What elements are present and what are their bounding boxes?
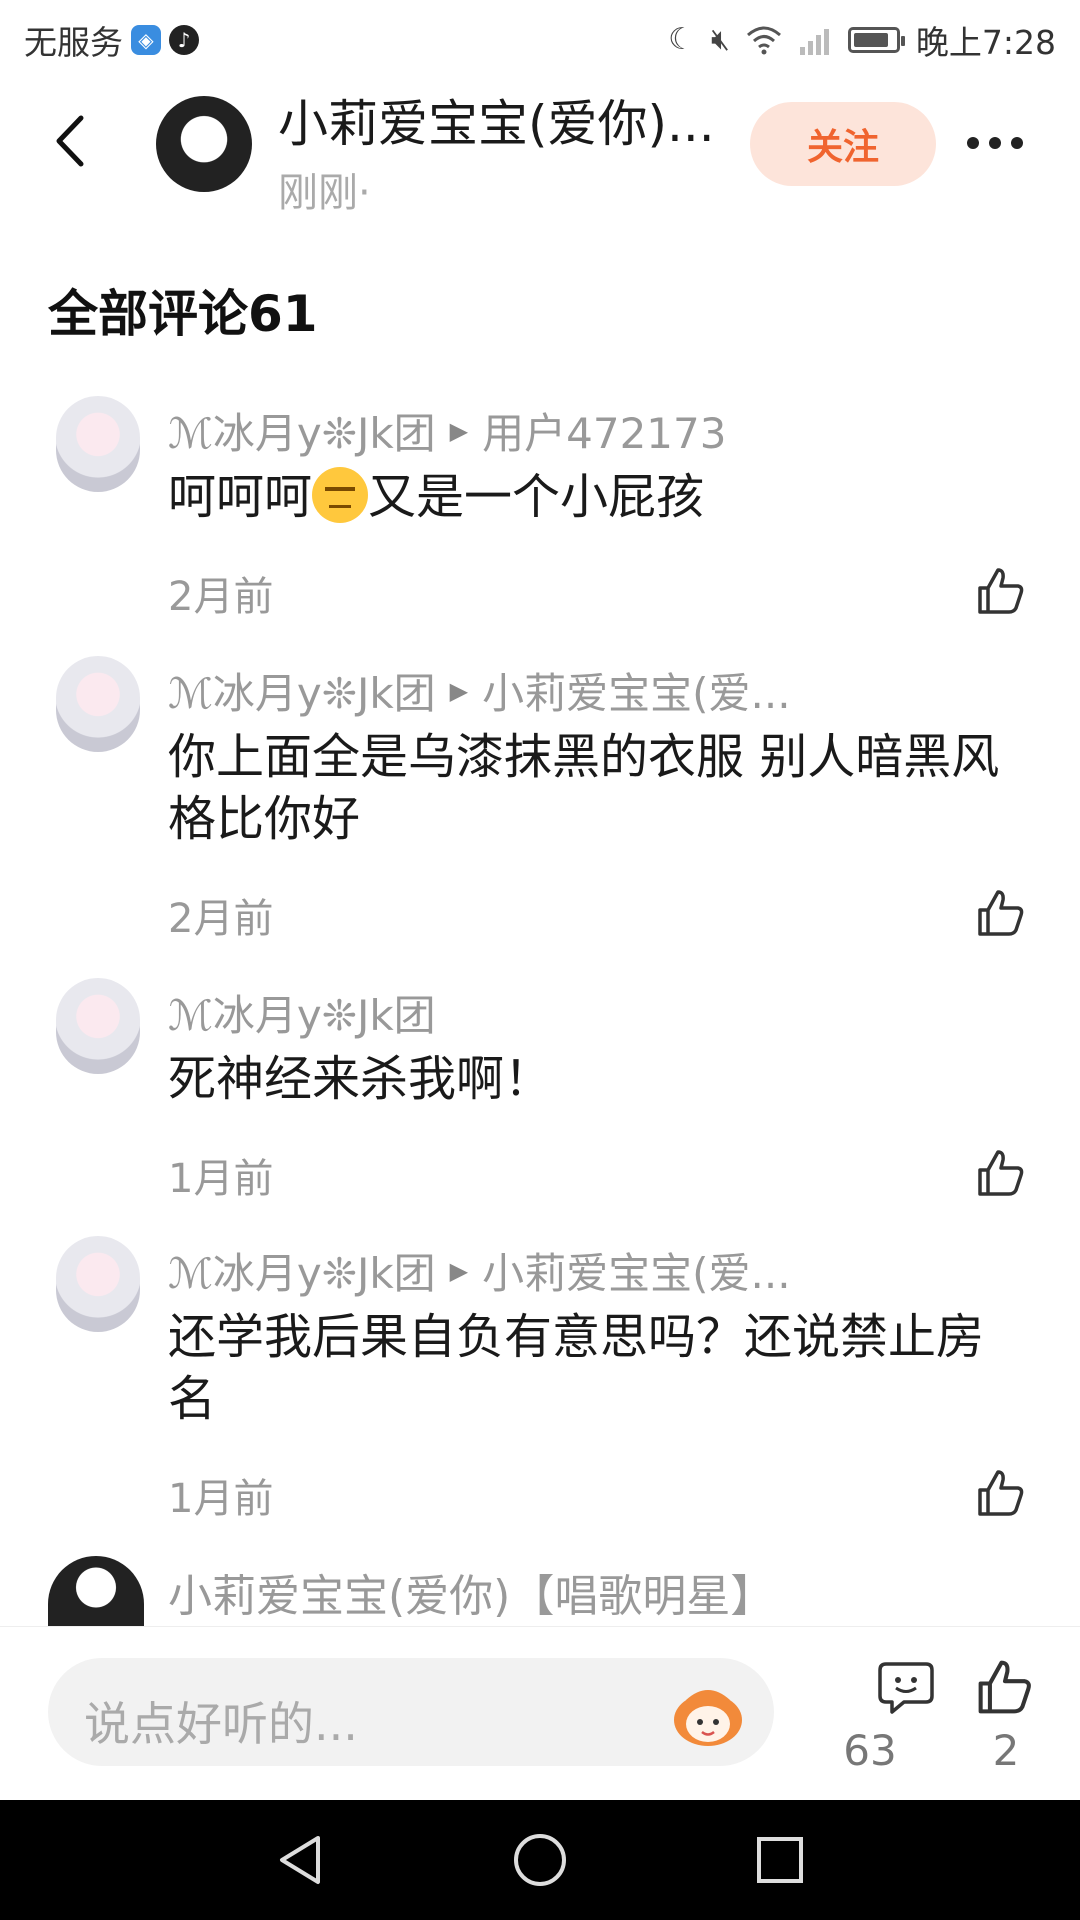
commenter-name[interactable]: ℳ冰月y❊Jk团 xyxy=(168,400,436,461)
mascot-emoji-icon xyxy=(674,1690,742,1746)
comment-time: 2月前 xyxy=(168,574,274,620)
more-options-button[interactable] xyxy=(960,118,1030,168)
reply-arrow-icon: ▶ xyxy=(449,676,469,705)
mute-icon: 🔇︎ xyxy=(710,22,730,57)
notification-app-icon: ◈ xyxy=(131,25,161,55)
reply-to-name[interactable]: 用户472173 xyxy=(482,400,726,461)
battery-icon xyxy=(847,27,905,53)
comment-bubble-icon xyxy=(878,1662,934,1714)
circle-home-icon xyxy=(514,1834,566,1886)
follow-button[interactable]: 关注 xyxy=(750,102,936,186)
comment-time: 2月前 xyxy=(168,896,274,942)
status-right: ☾ 🔇︎ 晚上7:28 xyxy=(668,16,1056,64)
commenter-avatar[interactable] xyxy=(56,396,140,492)
comment-text[interactable]: 死神经来杀我啊！ xyxy=(168,1048,1028,1110)
comment-meta: ℳ冰月y❊Jk团 xyxy=(168,982,436,1043)
commenter-name[interactable]: ℳ冰月y❊Jk团 xyxy=(168,660,436,721)
triangle-back-icon xyxy=(280,1836,320,1884)
reply-to-name[interactable]: 小莉爱宝宝(爱... xyxy=(482,1240,790,1301)
carrier-label: 无服务 xyxy=(24,23,123,62)
more-dot-icon xyxy=(1011,137,1023,149)
commenter-name[interactable]: ℳ冰月y❊Jk团 xyxy=(168,982,436,1043)
commenter-avatar[interactable] xyxy=(56,656,140,752)
commenter-avatar[interactable] xyxy=(56,1236,140,1332)
nav-back-button[interactable] xyxy=(270,1830,330,1890)
comments-button[interactable] xyxy=(846,1660,936,1720)
emoji-picker-button[interactable] xyxy=(668,1680,748,1750)
comment-text[interactable]: 还学我后果自负有意思吗？还说禁止房名 xyxy=(168,1306,1028,1430)
thumbs-up-icon xyxy=(978,1470,1024,1516)
status-bar: 无服务 ◈ ♪ ☾ 🔇︎ 晚上7:28 xyxy=(0,0,1080,76)
moon-icon: ☾ xyxy=(668,22,695,57)
thumbs-up-icon xyxy=(978,568,1024,614)
reply-arrow-icon: ▶ xyxy=(449,416,469,445)
commenter-avatar[interactable] xyxy=(56,978,140,1074)
comment-text-part: 又是一个小屁孩 xyxy=(368,469,705,525)
battery-level-fill xyxy=(853,33,888,47)
comment-time: 1月前 xyxy=(168,1476,274,1522)
back-button[interactable] xyxy=(40,106,100,176)
comment-text-part: 呵呵呵 xyxy=(168,469,313,525)
comment-text[interactable]: 呵呵呵 又是一个小屁孩 xyxy=(168,466,1028,528)
nav-recents-button[interactable] xyxy=(750,1830,810,1890)
nav-home-button[interactable] xyxy=(510,1830,570,1890)
like-count: 2 xyxy=(992,1726,1020,1775)
comment-meta: ℳ冰月y❊Jk团 ▶ 小莉爱宝宝(爱... xyxy=(168,660,791,721)
signal-icon xyxy=(799,29,829,55)
chevron-left-icon xyxy=(56,115,84,167)
author-name[interactable]: 小莉爱宝宝(爱你)... xyxy=(278,84,738,156)
tiktok-icon: ♪ xyxy=(169,25,199,55)
more-dot-icon xyxy=(967,137,979,149)
square-recents-icon xyxy=(757,1837,803,1883)
reply-arrow-icon: ▶ xyxy=(449,1256,469,1285)
like-button[interactable] xyxy=(976,566,1026,616)
like-button[interactable] xyxy=(976,1468,1026,1518)
comment-text[interactable]: 你上面全是乌漆抹黑的衣服 别人暗黑风格比你好 xyxy=(168,726,1028,850)
comment-meta: ℳ冰月y❊Jk团 ▶ 小莉爱宝宝(爱... xyxy=(168,1240,791,1301)
like-button[interactable] xyxy=(976,1148,1026,1198)
comments-title: 全部评论61 xyxy=(48,285,318,343)
status-left: 无服务 ◈ ♪ xyxy=(24,16,199,64)
thumbs-up-icon xyxy=(978,1660,1031,1714)
thumbs-up-icon xyxy=(978,890,1024,936)
comment-meta: ℳ冰月y❊Jk团 ▶ 用户472173 xyxy=(168,400,726,461)
reply-to-name[interactable]: 小莉爱宝宝(爱... xyxy=(482,660,790,721)
comment-time: 1月前 xyxy=(168,1156,274,1202)
unamused-emoji-icon xyxy=(312,467,369,523)
commenter-name[interactable]: ℳ冰月y❊Jk团 xyxy=(168,1240,436,1301)
like-post-button[interactable] xyxy=(976,1658,1034,1720)
thumbs-up-icon xyxy=(978,1150,1024,1196)
post-time: 刚刚· xyxy=(278,170,371,216)
more-dot-icon xyxy=(989,137,1001,149)
like-button[interactable] xyxy=(976,888,1026,938)
commenter-name[interactable]: 小莉爱宝宝(爱你)【唱歌明星】 xyxy=(168,1560,774,1624)
author-avatar[interactable] xyxy=(156,96,252,192)
commenter-avatar[interactable] xyxy=(48,1556,144,1626)
wifi-icon xyxy=(746,26,781,55)
clock: 晚上7:28 xyxy=(915,23,1056,62)
comment-count: 63 xyxy=(843,1726,897,1775)
comment-input-placeholder: 说点好听的... xyxy=(84,1697,358,1751)
